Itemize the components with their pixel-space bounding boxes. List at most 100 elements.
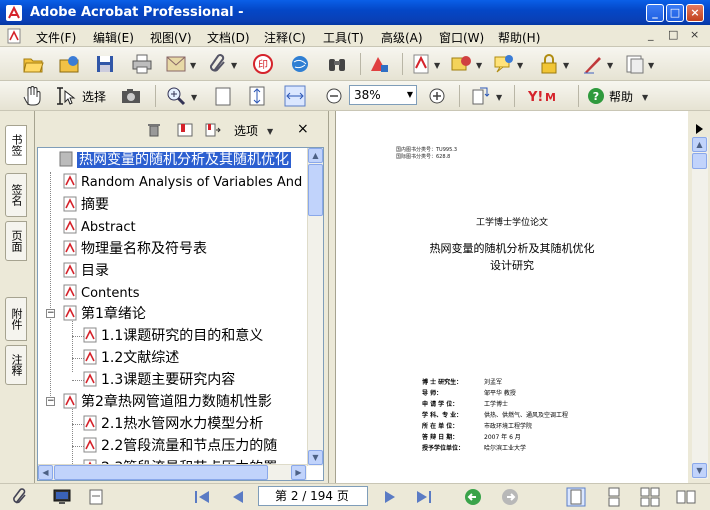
page-layout-icon[interactable] <box>86 487 106 507</box>
menu-view[interactable]: 视图(V) <box>150 29 192 46</box>
expand-panel-arrow-icon[interactable] <box>694 123 704 135</box>
zoom-in-magnifier-icon[interactable] <box>165 85 187 107</box>
scroll-thumb[interactable] <box>692 153 707 169</box>
bookmark-item[interactable]: 1.3课题主要研究内容 <box>82 369 235 391</box>
menu-file[interactable]: 文件(F) <box>36 29 76 46</box>
collapse-toggle[interactable]: − <box>46 397 55 406</box>
open-folder-icon[interactable] <box>22 53 44 75</box>
scroll-down-arrow-icon[interactable]: ▼ <box>692 463 707 478</box>
go-forward-icon[interactable] <box>500 487 520 507</box>
tab-attachments[interactable]: 附件 <box>5 297 27 341</box>
expand-bookmark-icon[interactable] <box>205 123 221 137</box>
web-icon[interactable] <box>289 53 311 75</box>
scroll-right-arrow-icon[interactable]: ▶ <box>291 465 306 480</box>
screen-mode-icon[interactable] <box>52 487 72 507</box>
continuous-facing-view-icon[interactable] <box>640 487 660 507</box>
close-panel-button[interactable]: × <box>297 121 309 137</box>
bookmark-item[interactable]: Contents <box>62 283 139 305</box>
bookmark-item[interactable]: 目录 <box>62 260 109 282</box>
sign-dropdown-icon[interactable]: ▼ <box>607 61 613 70</box>
bookmark-item[interactable]: 1.2文献综述 <box>82 347 179 369</box>
zoom-out-icon[interactable] <box>323 85 345 107</box>
first-page-icon[interactable] <box>192 487 212 507</box>
snapshot-camera-icon[interactable] <box>120 85 142 107</box>
bookmarks-vertical-scrollbar[interactable]: ▲ ▼ <box>307 148 323 466</box>
menu-help[interactable]: 帮助(H) <box>498 29 540 46</box>
scroll-up-arrow-icon[interactable]: ▲ <box>308 148 323 163</box>
bookmark-item[interactable]: 2.2管段流量和节点压力的随 <box>82 435 277 457</box>
bookmark-item[interactable]: 摘要 <box>62 194 109 216</box>
doc-restore-button[interactable]: □ <box>668 28 678 41</box>
bookmark-item[interactable]: 物理量名称及符号表 <box>62 238 207 260</box>
tab-pages[interactable]: 页面 <box>5 221 27 261</box>
create-pdf-dropdown-icon[interactable]: ▼ <box>434 61 440 70</box>
find-binoculars-icon[interactable] <box>326 53 348 75</box>
bookmark-item[interactable]: 第2章热网管道阻力数随机性影 <box>62 391 272 413</box>
attachments-paperclip-icon[interactable] <box>10 487 30 507</box>
go-back-icon[interactable] <box>463 487 483 507</box>
zoom-level-input[interactable]: 38% ▼ <box>349 85 417 105</box>
pdf-create-icon[interactable] <box>368 53 390 75</box>
secure-lock-icon[interactable] <box>538 53 560 75</box>
stamp-icon[interactable]: 印 <box>252 53 274 75</box>
options-menu[interactable]: 选项 <box>234 122 258 139</box>
scroll-thumb[interactable] <box>308 164 323 216</box>
help-dropdown-icon[interactable]: ▼ <box>642 93 648 102</box>
help-icon[interactable]: ? <box>585 85 607 107</box>
bookmark-item[interactable]: Abstract <box>62 217 136 239</box>
help-button-label[interactable]: 帮助 <box>609 88 633 105</box>
collapse-toggle[interactable]: − <box>46 309 55 318</box>
menu-comments[interactable]: 注释(C) <box>264 29 306 46</box>
comment-dropdown-icon[interactable]: ▼ <box>517 61 523 70</box>
rotate-dropdown-icon[interactable]: ▼ <box>496 93 502 102</box>
panel-splitter[interactable] <box>328 111 336 483</box>
zoom-in-icon[interactable] <box>426 85 448 107</box>
create-pdf-icon[interactable] <box>410 53 432 75</box>
options-dropdown-icon[interactable]: ▼ <box>267 127 273 136</box>
minimize-button[interactable]: _ <box>646 4 664 22</box>
comment-tools-icon[interactable] <box>492 53 514 75</box>
zoom-tool-dropdown-icon[interactable]: ▼ <box>191 93 197 102</box>
menu-window[interactable]: 窗口(W) <box>439 29 484 46</box>
doc-close-button[interactable]: × <box>690 28 699 41</box>
select-tool-label[interactable]: 选择 <box>82 88 106 105</box>
new-bookmark-icon[interactable] <box>177 123 193 137</box>
scroll-down-arrow-icon[interactable]: ▼ <box>308 450 323 465</box>
doc-minimize-button[interactable]: _ <box>648 28 654 41</box>
review-dropdown-icon[interactable]: ▼ <box>476 61 482 70</box>
email-icon[interactable] <box>165 53 187 75</box>
print-icon[interactable] <box>131 53 153 75</box>
review-icon[interactable] <box>450 53 472 75</box>
bookmark-item[interactable]: 1.1课题研究的目的和意义 <box>82 325 263 347</box>
forms-icon[interactable] <box>624 53 646 75</box>
forms-dropdown-icon[interactable]: ▼ <box>648 61 654 70</box>
next-page-icon[interactable] <box>380 487 400 507</box>
bookmark-item[interactable]: Random Analysis of Variables And <box>62 172 302 194</box>
tab-bookmarks[interactable]: 书签 <box>5 125 27 165</box>
secure-dropdown-icon[interactable]: ▼ <box>563 61 569 70</box>
menu-advanced[interactable]: 高级(A) <box>381 29 423 46</box>
save-icon[interactable] <box>94 53 116 75</box>
scroll-left-arrow-icon[interactable]: ◀ <box>38 465 53 480</box>
bookmarks-horizontal-scrollbar[interactable]: ◀ ▶ <box>38 464 307 480</box>
last-page-icon[interactable] <box>414 487 434 507</box>
continuous-view-icon[interactable] <box>604 487 624 507</box>
document-vertical-scrollbar[interactable]: ▲ ▼ <box>692 137 708 479</box>
attach-dropdown-icon[interactable]: ▼ <box>231 61 237 70</box>
fit-page-icon[interactable] <box>246 85 268 107</box>
email-dropdown-icon[interactable]: ▼ <box>190 61 196 70</box>
bookmark-item[interactable]: 热网变量的随机分析及其随机优化 <box>58 149 291 171</box>
facing-view-icon[interactable] <box>676 487 696 507</box>
single-page-view-icon[interactable] <box>566 487 586 507</box>
select-cursor-icon[interactable] <box>54 85 76 107</box>
bookmark-item[interactable]: 2.1热水管网水力模型分析 <box>82 413 263 435</box>
document-view[interactable]: 国内图书分类号：TU995.3 国际图书分类号：628.8 工学博士学位论文 热… <box>336 111 688 483</box>
delete-trash-icon[interactable] <box>147 123 161 137</box>
zoom-dropdown-icon[interactable]: ▼ <box>404 86 416 104</box>
close-button[interactable]: × <box>686 4 704 22</box>
yahoo-search-logo-icon[interactable]: Y! M <box>528 86 570 106</box>
menu-document[interactable]: 文档(D) <box>207 29 250 46</box>
actual-size-icon[interactable] <box>212 85 234 107</box>
organizer-icon[interactable] <box>58 53 80 75</box>
tab-signatures[interactable]: 签名 <box>5 173 27 217</box>
